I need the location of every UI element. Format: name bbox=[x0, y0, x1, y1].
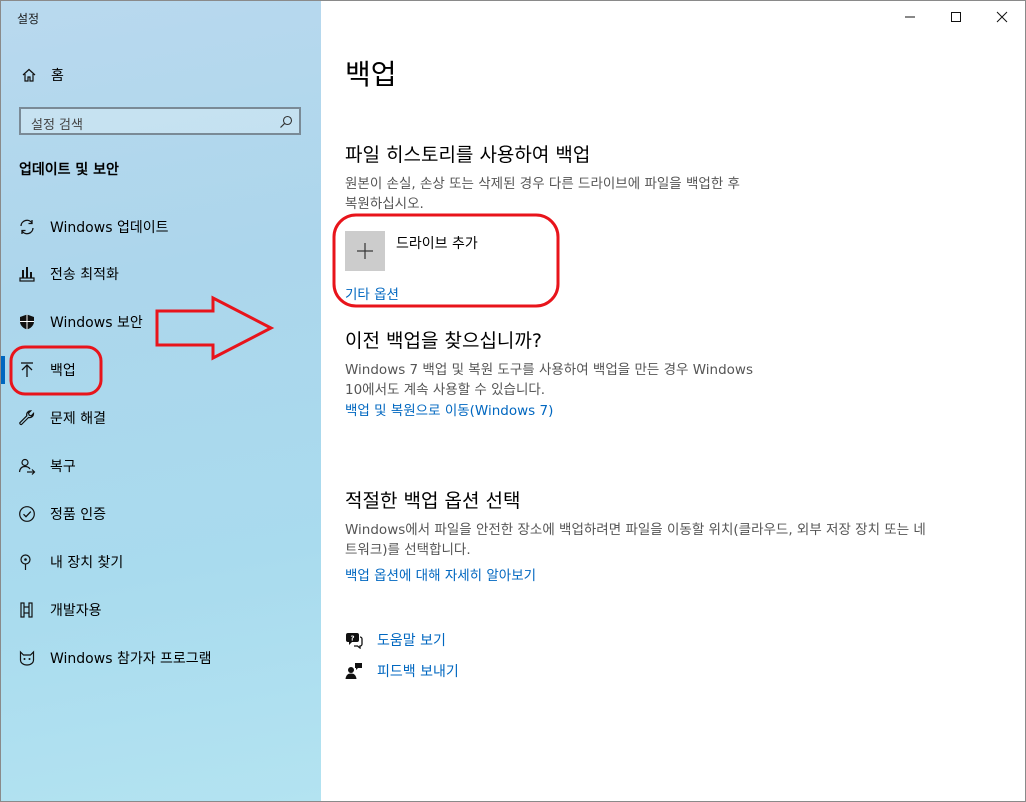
home-icon bbox=[17, 65, 41, 85]
delivery-optimization-icon bbox=[17, 264, 37, 284]
get-help-label: 도움말 보기 bbox=[377, 633, 446, 649]
backup-arrow-icon bbox=[17, 360, 37, 380]
sidebar-item-for-developers[interactable]: 개발자용 bbox=[1, 588, 321, 632]
sidebar-item-backup[interactable]: 백업 bbox=[1, 348, 321, 392]
sidebar-item-label: 정품 인증 bbox=[50, 507, 106, 523]
sync-icon bbox=[17, 217, 37, 237]
help-chat-icon: ? bbox=[345, 631, 363, 649]
get-help-link[interactable]: ? 도움말 보기 bbox=[345, 630, 446, 650]
right-option-heading: 적절한 백업 옵션 선택 bbox=[345, 490, 521, 512]
find-device-icon bbox=[17, 552, 37, 572]
shield-icon bbox=[17, 312, 37, 332]
search-placeholder: 설정 검색 bbox=[31, 118, 83, 133]
add-drive-button[interactable]: 드라이브 추가 bbox=[345, 231, 478, 271]
search-icon bbox=[279, 114, 293, 133]
sidebar-item-label: Windows 보안 bbox=[50, 315, 143, 331]
close-button[interactable] bbox=[979, 1, 1025, 33]
give-feedback-link[interactable]: 피드백 보내기 bbox=[345, 661, 459, 681]
sidebar-item-label: 백업 bbox=[50, 363, 76, 379]
sidebar-item-find-my-device[interactable]: 내 장치 찾기 bbox=[1, 540, 321, 584]
give-feedback-label: 피드백 보내기 bbox=[377, 664, 459, 680]
content-pane: 백업 파일 히스토리를 사용하여 백업 원본이 손실, 손상 또는 삭제된 경우… bbox=[321, 1, 1025, 801]
file-history-heading: 파일 히스토리를 사용하여 백업 bbox=[345, 144, 591, 166]
go-to-backup-restore-link[interactable]: 백업 및 복원으로 이동(Windows 7) bbox=[345, 399, 553, 419]
maximize-button[interactable] bbox=[933, 1, 979, 33]
older-backup-description: Windows 7 백업 및 복원 도구를 사용하여 백업을 만든 경우 Win… bbox=[345, 360, 753, 400]
file-history-desc-line2: 복원하십시오. bbox=[345, 196, 424, 212]
older-backup-desc-line2: 10에서도 계속 사용할 수 있습니다. bbox=[345, 382, 546, 398]
learn-more-backup-options-link[interactable]: 백업 옵션에 대해 자세히 알아보기 bbox=[345, 564, 536, 584]
sidebar-item-delivery-optimization[interactable]: 전송 최적화 bbox=[1, 252, 321, 296]
maximize-icon bbox=[951, 12, 961, 22]
settings-window: 설정 홈 설정 검색 업데이트 및 보안 Windows 업데이트 전송 최적화 bbox=[0, 0, 1026, 802]
older-backup-heading: 이전 백업을 찾으십니까? bbox=[345, 330, 542, 352]
recovery-icon bbox=[17, 456, 37, 476]
sidebar-item-windows-insider[interactable]: Windows 참가자 프로그램 bbox=[1, 636, 321, 680]
check-circle-icon bbox=[17, 504, 37, 524]
sidebar-item-label: Windows 참가자 프로그램 bbox=[50, 651, 212, 667]
file-history-desc-line1: 원본이 손실, 손상 또는 삭제된 경우 다른 드라이브에 파일을 백업한 후 bbox=[345, 176, 740, 192]
wrench-icon bbox=[17, 408, 37, 428]
sidebar-item-activation[interactable]: 정품 인증 bbox=[1, 492, 321, 536]
older-backup-desc-line1: Windows 7 백업 및 복원 도구를 사용하여 백업을 만든 경우 Win… bbox=[345, 362, 754, 378]
sidebar: 설정 홈 설정 검색 업데이트 및 보안 Windows 업데이트 전송 최적화 bbox=[1, 1, 321, 801]
home-nav-item[interactable]: 홈 bbox=[17, 63, 64, 87]
app-title: 설정 bbox=[17, 12, 40, 26]
more-options-link[interactable]: 기타 옵션 bbox=[345, 283, 399, 303]
sidebar-item-recovery[interactable]: 복구 bbox=[1, 444, 321, 488]
insider-cat-icon bbox=[17, 648, 37, 668]
search-input[interactable]: 설정 검색 bbox=[19, 107, 301, 135]
sidebar-item-windows-security[interactable]: Windows 보안 bbox=[1, 300, 321, 344]
minimize-icon bbox=[905, 16, 915, 18]
sidebar-item-windows-update[interactable]: Windows 업데이트 bbox=[1, 205, 321, 249]
right-option-desc-line2: 트워크)를 선택합니다. bbox=[345, 542, 471, 558]
section-title: 업데이트 및 보안 bbox=[19, 162, 119, 178]
sidebar-item-label: 개발자용 bbox=[50, 603, 102, 619]
sidebar-item-label: Windows 업데이트 bbox=[50, 220, 169, 236]
plus-icon bbox=[345, 231, 385, 271]
feedback-person-icon bbox=[345, 662, 363, 680]
sidebar-item-label: 문제 해결 bbox=[50, 411, 106, 427]
developer-icon bbox=[17, 600, 37, 620]
sidebar-item-troubleshoot[interactable]: 문제 해결 bbox=[1, 396, 321, 440]
sidebar-item-label: 전송 최적화 bbox=[50, 267, 119, 283]
svg-text:?: ? bbox=[350, 635, 354, 643]
right-option-description: Windows에서 파일을 안전한 장소에 백업하려면 파일을 이동할 위치(클… bbox=[345, 520, 926, 560]
file-history-description: 원본이 손실, 손상 또는 삭제된 경우 다른 드라이브에 파일을 백업한 후 … bbox=[345, 174, 740, 214]
close-icon bbox=[996, 11, 1008, 23]
page-title: 백업 bbox=[345, 58, 397, 91]
home-label: 홈 bbox=[51, 68, 64, 84]
sidebar-item-label: 복구 bbox=[50, 459, 76, 475]
sidebar-item-label: 내 장치 찾기 bbox=[50, 555, 124, 571]
minimize-button[interactable] bbox=[887, 1, 933, 33]
right-option-desc-line1: Windows에서 파일을 안전한 장소에 백업하려면 파일을 이동할 위치(클… bbox=[345, 522, 926, 538]
add-drive-label: 드라이브 추가 bbox=[396, 236, 478, 252]
